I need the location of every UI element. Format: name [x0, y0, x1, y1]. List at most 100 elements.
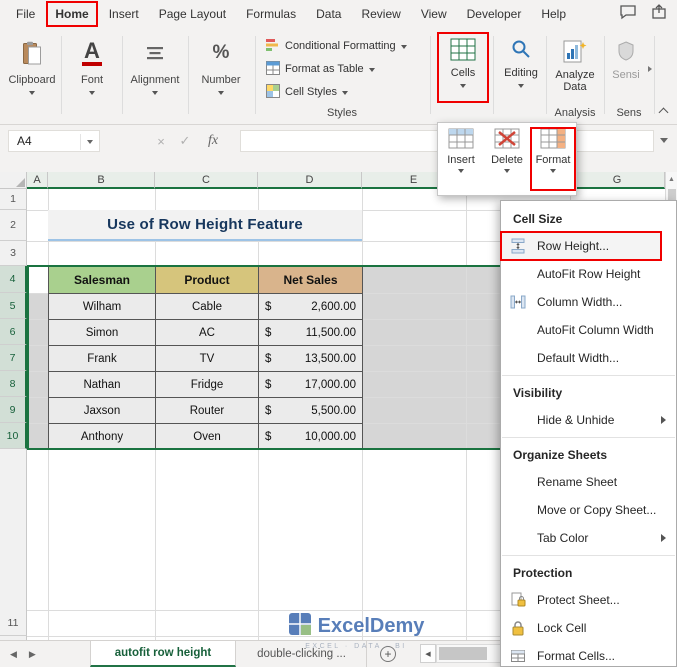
format-menu-button[interactable]: Format	[530, 127, 576, 191]
number-group-button[interactable]: % Number	[190, 30, 252, 122]
salesman-cell[interactable]: Simon	[49, 320, 156, 346]
sheet-title-cell[interactable]: Use of Row Height Feature	[48, 210, 362, 241]
conditional-formatting-button[interactable]: Conditional Formatting	[266, 35, 407, 57]
horizontal-scrollbar-thumb[interactable]	[439, 647, 487, 660]
product-cell[interactable]: Oven	[156, 424, 259, 450]
menu-item-hide-unhide[interactable]: Hide & Unhide	[501, 406, 676, 434]
alignment-group-button[interactable]: Alignment	[124, 30, 186, 122]
salesman-cell[interactable]: Jaxson	[49, 398, 156, 424]
net-sales-cell[interactable]: $13,500.00	[259, 346, 363, 372]
insert-menu-button[interactable]: Insert	[439, 128, 483, 190]
flyout-arrow-icon[interactable]	[648, 66, 652, 72]
column-header-d[interactable]: D	[258, 172, 362, 189]
salesman-cell[interactable]: Frank	[49, 346, 156, 372]
format-as-table-button[interactable]: Format as Table	[266, 58, 375, 80]
insert-function-button[interactable]: fx	[202, 130, 224, 152]
row-header-2[interactable]: 2	[0, 210, 27, 241]
currency-symbol: $	[265, 352, 272, 365]
row-header-7[interactable]: 7	[0, 345, 27, 371]
editing-icon	[511, 33, 531, 65]
chevron-down-icon	[460, 84, 466, 88]
enter-button[interactable]: ✓	[174, 130, 196, 152]
delete-menu-button[interactable]: Delete	[485, 128, 529, 190]
net-sales-cell[interactable]: $10,000.00	[259, 424, 363, 450]
column-header-c[interactable]: C	[155, 172, 258, 189]
column-header-g[interactable]: G	[570, 172, 665, 189]
row-header-8[interactable]: 8	[0, 371, 27, 397]
menu-item-rename-sheet[interactable]: Rename Sheet	[501, 468, 676, 496]
product-cell[interactable]: TV	[156, 346, 259, 372]
tab-page-layout[interactable]: Page Layout	[149, 0, 236, 28]
menu-item-protect-sheet[interactable]: Protect Sheet...	[501, 586, 676, 614]
menu-item-tab-color[interactable]: Tab Color	[501, 524, 676, 552]
sensitivity-button[interactable]: Sensi	[606, 33, 646, 106]
font-group-button[interactable]: A Font	[64, 30, 120, 122]
row-header-5[interactable]: 5	[0, 293, 27, 319]
new-sheet-button[interactable]	[380, 646, 396, 662]
row-header-4[interactable]: 4	[0, 266, 27, 293]
row-header-9[interactable]: 9	[0, 397, 27, 423]
column-header-a[interactable]: A	[27, 172, 48, 189]
tab-developer[interactable]: Developer	[457, 0, 532, 28]
sheet-tab-autofit-row-height[interactable]: autofit row height	[90, 641, 236, 667]
header-net-sales[interactable]: Net Sales	[259, 267, 363, 294]
tab-file[interactable]: File	[6, 0, 45, 28]
scroll-up-icon[interactable]	[666, 172, 677, 187]
menu-item-format-cells[interactable]: Format Cells...	[501, 642, 676, 667]
product-cell[interactable]: Router	[156, 398, 259, 424]
sheet-tab-double-clicking[interactable]: double-clicking ...	[237, 641, 367, 667]
tab-view[interactable]: View	[411, 0, 457, 28]
net-sales-cell[interactable]: $2,600.00	[259, 294, 363, 320]
net-sales-cell[interactable]: $5,500.00	[259, 398, 363, 424]
select-all-corner[interactable]	[0, 172, 27, 189]
scroll-left-icon[interactable]	[420, 644, 436, 663]
font-group-label: Font	[80, 74, 103, 86]
percent-icon: %	[212, 42, 230, 63]
header-product[interactable]: Product	[156, 267, 259, 294]
tab-insert[interactable]: Insert	[99, 0, 149, 28]
row-header-10[interactable]: 10	[0, 423, 27, 449]
row-header-3[interactable]: 3	[0, 241, 27, 266]
tab-review[interactable]: Review	[351, 0, 410, 28]
net-sales-cell[interactable]: $17,000.00	[259, 372, 363, 398]
menu-item-lock-cell[interactable]: Lock Cell	[501, 614, 676, 642]
next-sheet-icon[interactable]	[29, 649, 36, 660]
prev-sheet-icon[interactable]	[10, 649, 17, 660]
menu-item-row-height[interactable]: Row Height...	[500, 231, 662, 261]
expand-formula-bar-icon[interactable]	[660, 138, 668, 143]
cell-styles-button[interactable]: Cell Styles	[266, 81, 348, 103]
format-as-table-icon	[266, 60, 280, 78]
name-box[interactable]: A4	[8, 130, 100, 152]
column-header-b[interactable]: B	[48, 172, 155, 189]
product-cell[interactable]: Cable	[156, 294, 259, 320]
header-salesman[interactable]: Salesman	[49, 267, 156, 294]
share-icon[interactable]	[651, 4, 667, 25]
editing-button[interactable]: Editing	[496, 31, 546, 104]
menu-item-autofit-column-width[interactable]: AutoFit Column Width	[501, 316, 676, 344]
collapse-ribbon-icon[interactable]	[658, 107, 669, 118]
row-header-1[interactable]: 1	[0, 189, 27, 210]
product-cell[interactable]: Fridge	[156, 372, 259, 398]
clipboard-group-button[interactable]: Clipboard	[4, 30, 60, 122]
active-cell-a4[interactable]	[27, 266, 48, 293]
menu-item-move-copy-sheet[interactable]: Move or Copy Sheet...	[501, 496, 676, 524]
salesman-cell[interactable]: Anthony	[49, 424, 156, 450]
product-cell[interactable]: AC	[156, 320, 259, 346]
cancel-button[interactable]: ×	[150, 130, 172, 152]
row-header-6[interactable]: 6	[0, 319, 27, 345]
cells-button[interactable]: Cells	[436, 31, 490, 104]
net-sales-cell[interactable]: $11,500.00	[259, 320, 363, 346]
tab-data[interactable]: Data	[306, 0, 351, 28]
menu-item-default-width[interactable]: Default Width...	[501, 344, 676, 372]
menu-item-column-width[interactable]: Column Width...	[501, 288, 676, 316]
menu-item-autofit-row-height[interactable]: AutoFit Row Height	[501, 260, 676, 288]
salesman-cell[interactable]: Wilham	[49, 294, 156, 320]
tab-formulas[interactable]: Formulas	[236, 0, 306, 28]
row-header-11[interactable]: 11	[0, 610, 27, 636]
analyze-data-button[interactable]: Analyze Data	[548, 33, 602, 106]
comment-icon[interactable]	[619, 4, 637, 25]
tab-home[interactable]: Home	[45, 0, 98, 28]
tab-help[interactable]: Help	[531, 0, 576, 28]
cells-dropdown-menu: Insert Delete Format	[437, 122, 577, 196]
salesman-cell[interactable]: Nathan	[49, 372, 156, 398]
